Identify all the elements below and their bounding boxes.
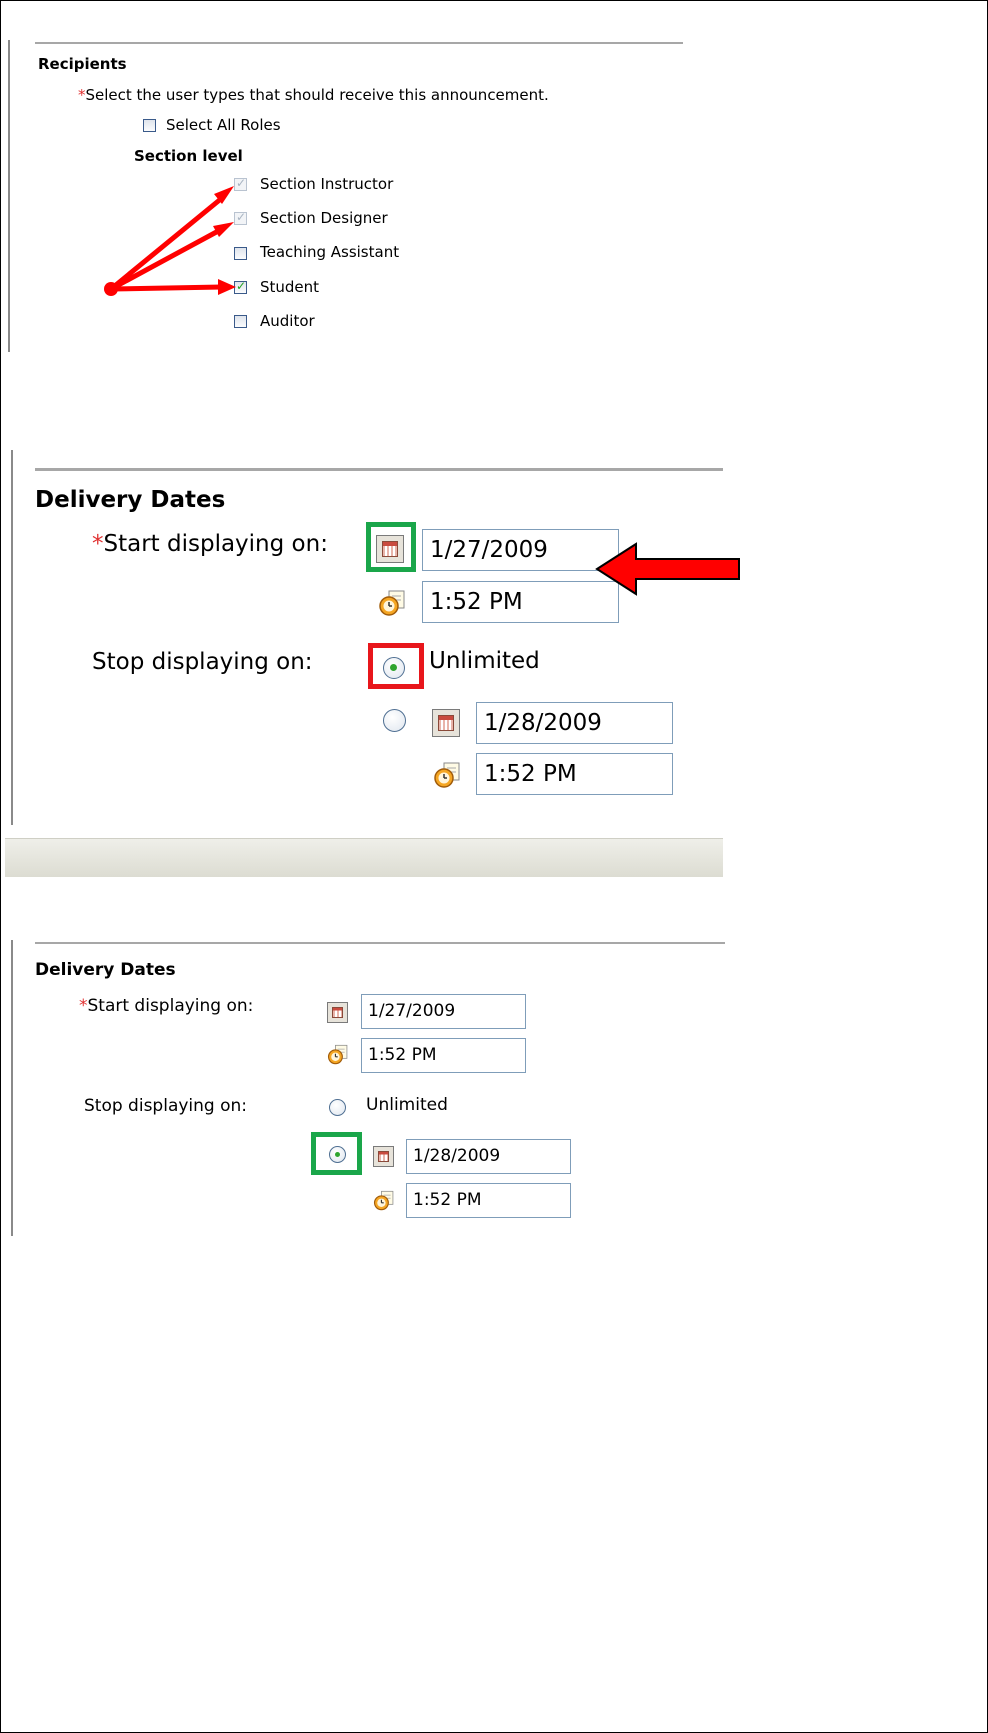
unlimited-label: Unlimited	[366, 1095, 448, 1115]
delivery-dates-title: Delivery Dates	[35, 487, 226, 513]
panel-footer-bar	[5, 838, 723, 877]
start-label-text: Start displaying on:	[87, 996, 254, 1016]
start-displaying-label: *Start displaying on:	[79, 996, 253, 1016]
stop-date-radio[interactable]	[383, 709, 406, 732]
required-marker: *	[79, 996, 88, 1016]
stop-date-field[interactable]: 1/28/2009	[476, 702, 673, 744]
delivery-dates-title: Delivery Dates	[35, 960, 176, 980]
calendar-icon-grid	[331, 1006, 344, 1019]
stop-displaying-label: Stop displaying on:	[92, 649, 313, 675]
clock-icon[interactable]	[433, 760, 463, 790]
panel-top-divider	[35, 942, 725, 944]
big-left-arrow	[595, 542, 740, 596]
unlimited-label: Unlimited	[429, 648, 540, 674]
stop-date-radio-highlight-box	[311, 1132, 362, 1175]
calendar-icon[interactable]	[432, 709, 460, 737]
annotation-arrows	[104, 186, 236, 296]
calendar-icon[interactable]	[373, 1146, 394, 1167]
panel-left-border	[11, 940, 13, 1236]
calendar-highlight-box	[366, 522, 416, 572]
start-label-text: Start displaying on:	[103, 531, 328, 557]
clock-icon[interactable]	[327, 1043, 350, 1066]
start-displaying-label: *Start displaying on:	[92, 531, 328, 557]
calendar-icon[interactable]	[327, 1002, 348, 1023]
panel-top-divider	[35, 468, 723, 471]
stop-time-field[interactable]: 1:52 PM	[406, 1183, 571, 1218]
stop-time-field[interactable]: 1:52 PM	[476, 753, 673, 795]
calendar-icon-grid	[377, 1150, 390, 1163]
required-marker: *	[92, 531, 104, 557]
clock-icon[interactable]	[378, 588, 408, 618]
calendar-icon-grid	[438, 715, 454, 731]
stop-date-field[interactable]: 1/28/2009	[406, 1139, 571, 1174]
stop-displaying-label: Stop displaying on:	[84, 1096, 248, 1116]
start-time-field[interactable]: 1:52 PM	[361, 1038, 526, 1073]
unlimited-highlight-box	[368, 643, 424, 689]
unlimited-radio[interactable]	[329, 1099, 346, 1116]
panel-left-border	[11, 450, 13, 825]
clock-icon[interactable]	[373, 1189, 396, 1212]
start-date-field[interactable]: 1/27/2009	[361, 994, 526, 1029]
